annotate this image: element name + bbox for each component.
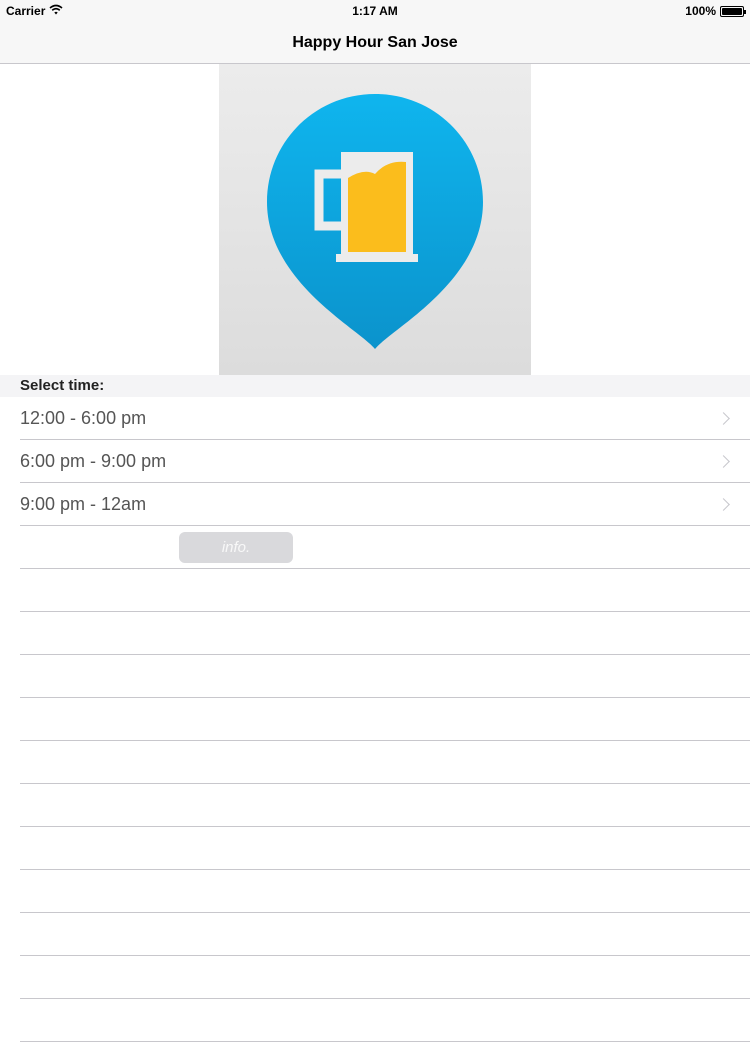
status-time: 1:17 AM <box>352 4 398 18</box>
time-row-1[interactable]: 12:00 - 6:00 pm <box>20 397 750 440</box>
battery-icon <box>720 5 746 17</box>
status-bar: Carrier 1:17 AM 100% <box>0 0 750 22</box>
chevron-right-icon <box>717 497 730 511</box>
empty-row <box>20 698 750 741</box>
section-header: Select time: <box>0 375 750 397</box>
empty-row <box>20 999 750 1042</box>
info-row: info. <box>20 526 750 569</box>
empty-row <box>20 741 750 784</box>
battery-percent: 100% <box>685 4 716 18</box>
time-table: 12:00 - 6:00 pm 6:00 pm - 9:00 pm 9:00 p… <box>0 397 750 1042</box>
empty-row <box>20 612 750 655</box>
empty-rows <box>0 569 750 1042</box>
page-title: Happy Hour San Jose <box>292 33 458 51</box>
empty-row <box>20 784 750 827</box>
chevron-right-icon <box>717 411 730 425</box>
time-row-3[interactable]: 9:00 pm - 12am <box>20 483 750 526</box>
empty-row <box>20 655 750 698</box>
navigation-bar: Happy Hour San Jose <box>0 22 750 64</box>
time-row-label: 9:00 pm - 12am <box>20 493 147 514</box>
empty-row <box>20 956 750 999</box>
time-row-label: 6:00 pm - 9:00 pm <box>20 450 167 471</box>
empty-row <box>20 569 750 612</box>
time-row-label: 12:00 - 6:00 pm <box>20 407 147 428</box>
empty-row <box>20 827 750 870</box>
chevron-right-icon <box>717 454 730 468</box>
beer-pin-logo <box>219 64 531 375</box>
status-right: 100% <box>685 4 746 18</box>
info-button[interactable]: info. <box>179 532 293 563</box>
empty-row <box>20 913 750 956</box>
time-row-2[interactable]: 6:00 pm - 9:00 pm <box>20 440 750 483</box>
empty-row <box>20 870 750 913</box>
